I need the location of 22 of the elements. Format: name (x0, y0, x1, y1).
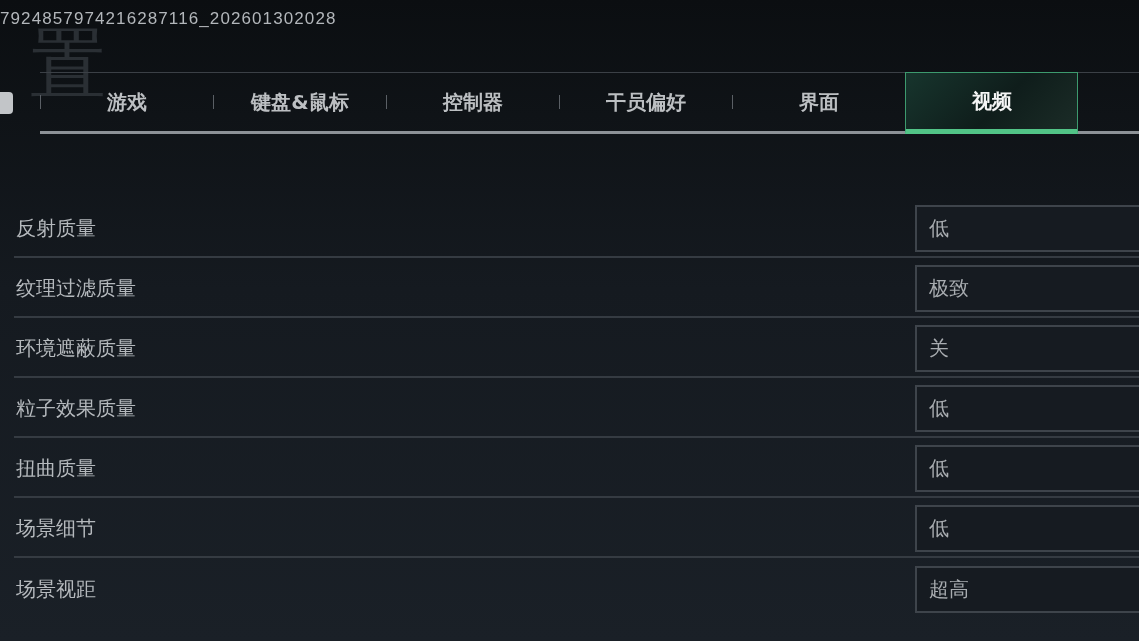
setting-label: 环境遮蔽质量 (15, 335, 136, 362)
tab[interactable]: 干员偏好 (560, 73, 732, 131)
tab[interactable]: 键盘&鼠标 (214, 73, 386, 131)
setting-label: 粒子效果质量 (15, 395, 136, 422)
tab[interactable]: 游戏 (41, 73, 213, 131)
id-text: 7924857974216287116_202601302028 (0, 8, 337, 28)
dropdown[interactable]: 关 (915, 325, 1139, 372)
tab[interactable]: 控制器 (387, 73, 559, 131)
dropdown[interactable]: 低 (915, 505, 1139, 552)
key-hint-icon (0, 92, 13, 114)
dropdown[interactable]: 极致 (915, 265, 1139, 312)
dropdown[interactable]: 低 (915, 385, 1139, 432)
setting-label: 扭曲质量 (15, 455, 96, 482)
dropdown[interactable]: 低 (915, 445, 1139, 492)
setting-label: 纹理过滤质量 (15, 275, 136, 302)
tab[interactable]: 界面 (733, 73, 905, 131)
setting-label: 反射质量 (15, 215, 96, 242)
dropdown[interactable]: 超高 (915, 566, 1139, 613)
tab[interactable]: 视频 (905, 72, 1078, 134)
dropdown[interactable]: 低 (915, 205, 1139, 252)
setting-label: 场景视距 (15, 576, 96, 603)
setting-label: 场景细节 (15, 515, 96, 542)
